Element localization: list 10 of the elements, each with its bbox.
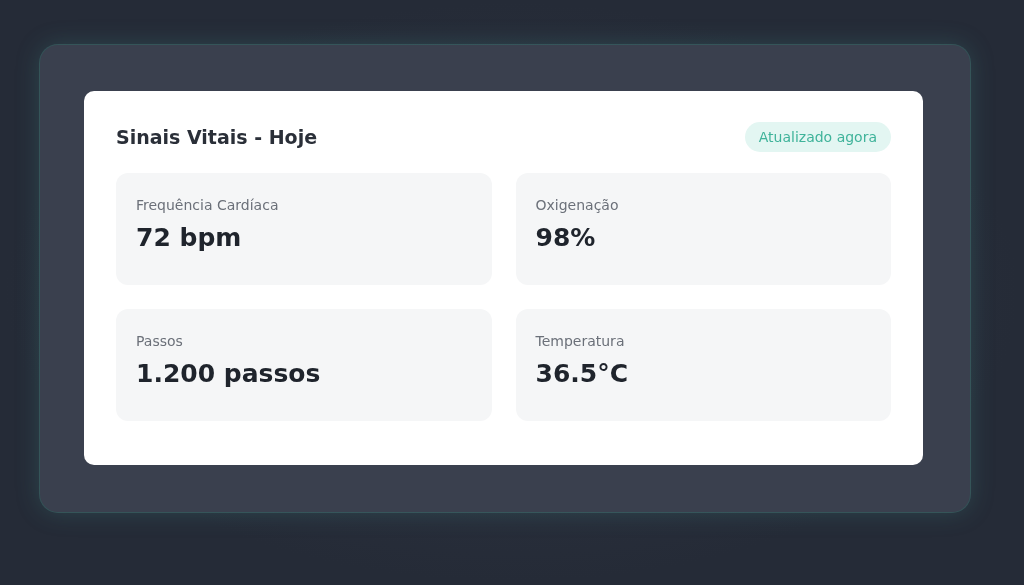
status-badge: Atualizado agora — [744, 122, 891, 152]
card-title: Sinais Vitais - Hoje — [116, 126, 318, 148]
metric-value: 1.200 passos — [136, 359, 321, 388]
metric-label: Temperatura — [535, 333, 625, 349]
metric-label: Frequência Cardíaca — [136, 197, 279, 213]
metric-value: 72 bpm — [136, 223, 242, 252]
metric-value: 36.5°C — [535, 359, 629, 388]
metric-label: Passos — [136, 333, 183, 349]
metric-value: 98% — [535, 223, 596, 252]
metric-label: Oxigenação — [535, 197, 619, 213]
